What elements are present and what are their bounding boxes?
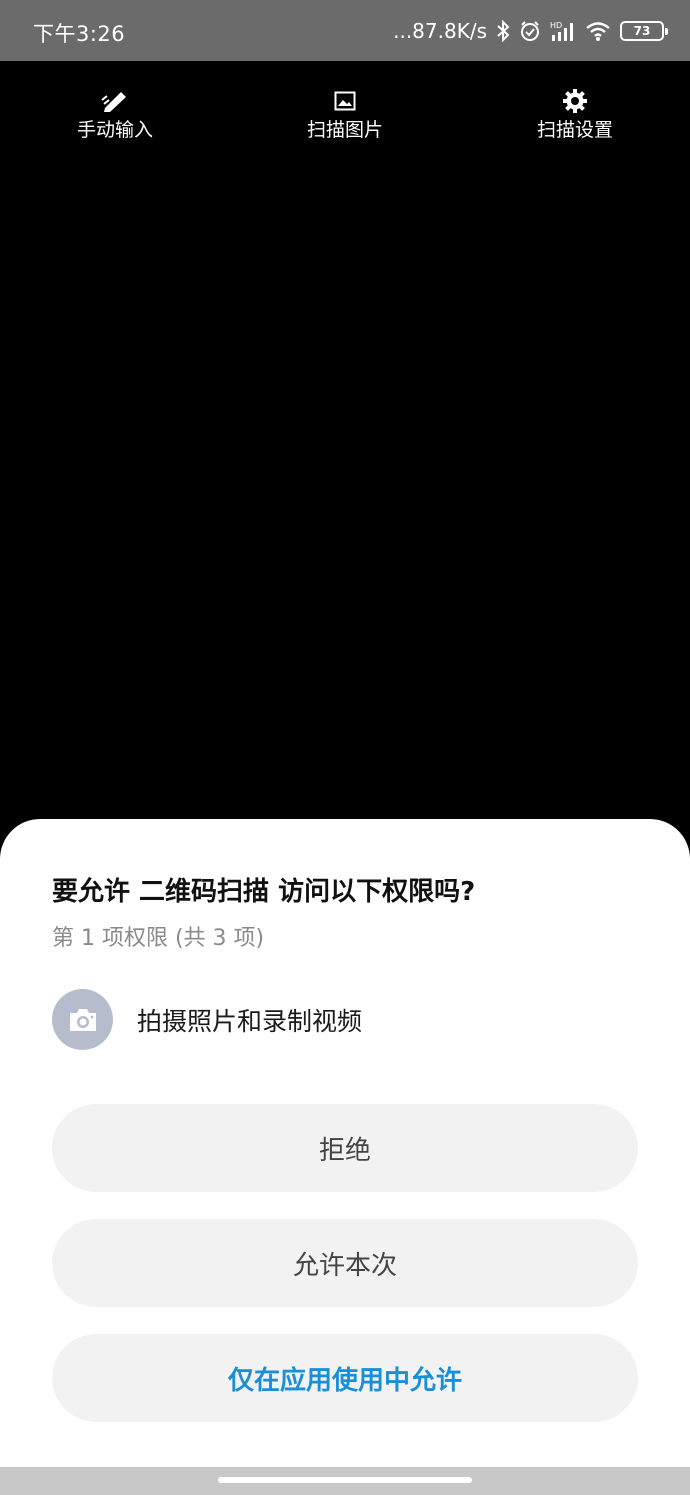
permission-item: 拍摄照片和录制视频 (52, 989, 362, 1050)
image-icon (334, 88, 356, 114)
permission-dialog: 要允许 二维码扫描 访问以下权限吗? 第 1 项权限 (共 3 项) 拍摄照片和… (0, 819, 690, 1467)
manual-input-label: 手动输入 (76, 119, 153, 141)
bluetooth-icon (496, 20, 510, 42)
gear-icon (562, 88, 588, 114)
scan-settings-button[interactable]: 扫描设置 (500, 88, 650, 142)
camera-viewfinder[interactable]: 手动输入 扫描图片 扫描设置 (0, 61, 690, 821)
home-indicator[interactable] (218, 1477, 472, 1483)
scan-image-button[interactable]: 扫描图片 (270, 88, 420, 142)
dialog-subtitle: 第 1 项权限 (共 3 项) (52, 926, 265, 951)
battery-level: 73 (633, 24, 651, 38)
deny-button[interactable]: 拒绝 (52, 1104, 638, 1192)
alarm-icon (519, 20, 541, 42)
svg-text:HD: HD (550, 21, 562, 30)
battery-icon: 73 (620, 21, 668, 41)
camera-icon (52, 989, 113, 1050)
navigation-bar (0, 1467, 690, 1495)
manual-input-button[interactable]: 手动输入 (40, 88, 190, 142)
network-speed: ...87.8K/s (393, 19, 487, 43)
status-indicators: ...87.8K/s HD 73 (393, 16, 668, 46)
wifi-icon (585, 20, 611, 42)
scan-settings-label: 扫描设置 (536, 119, 613, 141)
allow-while-using-button[interactable]: 仅在应用使用中允许 (52, 1334, 638, 1422)
permission-label: 拍摄照片和录制视频 (137, 1006, 363, 1036)
hd-signal-icon: HD (550, 20, 576, 42)
allow-once-button[interactable]: 允许本次 (52, 1219, 638, 1307)
status-bar: 下午3:26 ...87.8K/s HD 73 (0, 0, 690, 61)
dialog-title: 要允许 二维码扫描 访问以下权限吗? (52, 877, 476, 907)
scan-image-label: 扫描图片 (306, 119, 383, 141)
pencil-icon (101, 88, 129, 114)
status-time: 下午3:26 (33, 22, 126, 46)
